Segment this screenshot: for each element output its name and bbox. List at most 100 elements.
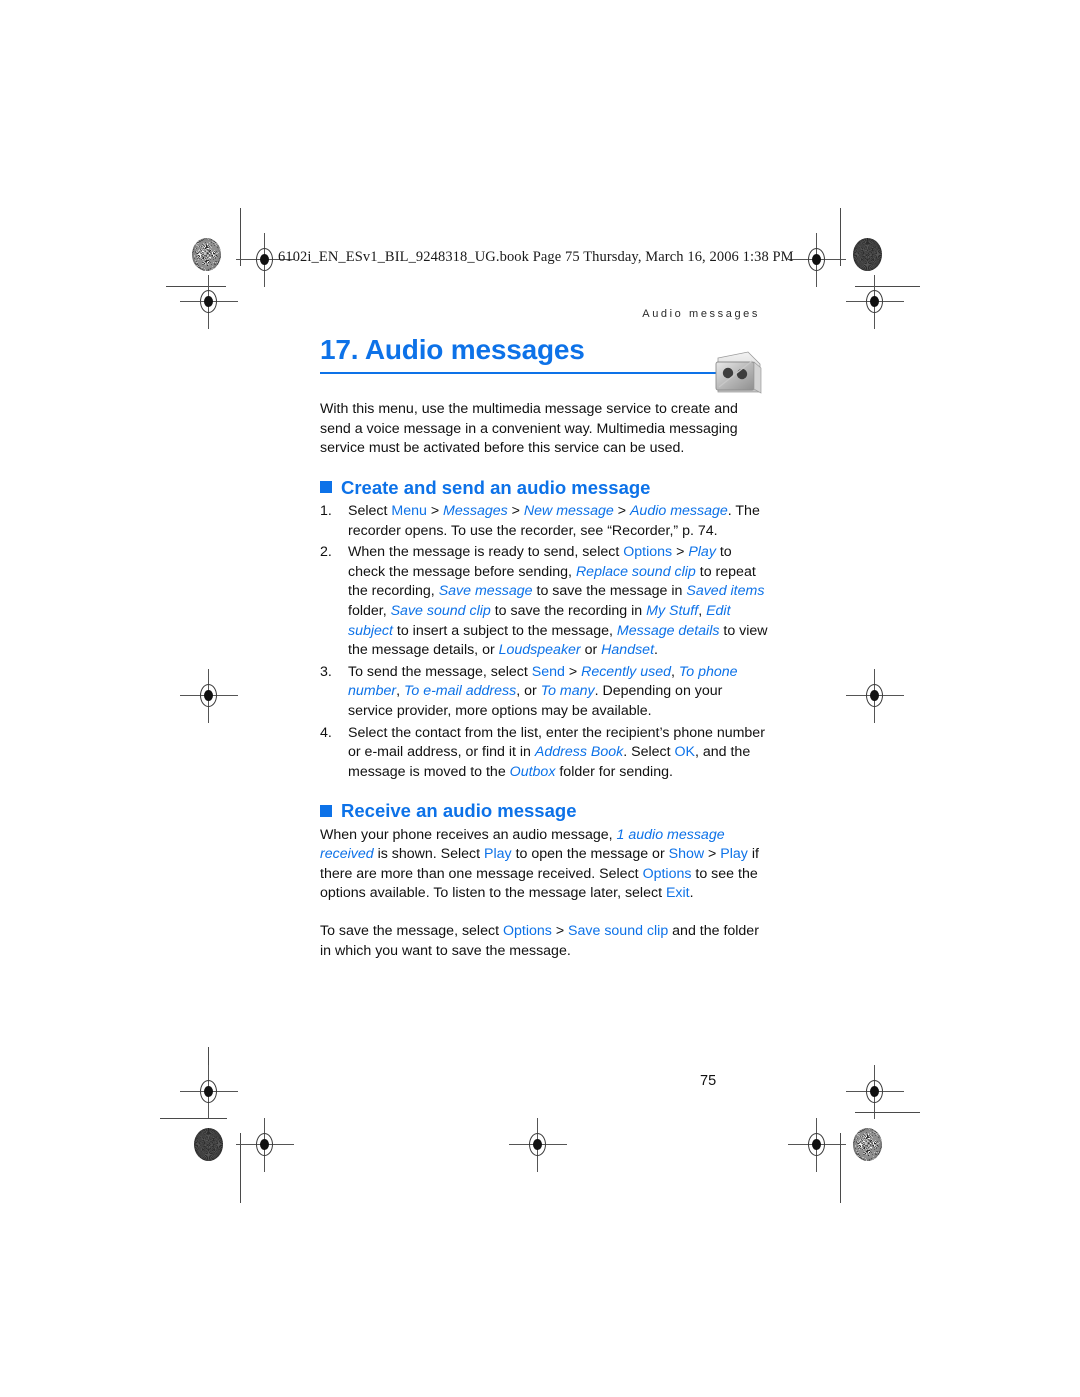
ui-term-italic: Handset <box>601 642 655 659</box>
body-text: Select <box>348 503 392 520</box>
list-item: 1. Select Menu > Messages > New message >… <box>320 502 770 541</box>
body-text: folder, <box>348 603 391 620</box>
trim-rule-horizontal-bottom-left <box>160 1118 227 1120</box>
blue-square-bullet-icon <box>320 804 332 817</box>
body-text: To send the message, select <box>348 663 532 680</box>
section-paragraph: To save the message, select Options > Sa… <box>320 922 770 961</box>
ui-term-italic: Loudspeaker <box>498 642 581 659</box>
body-text: > <box>564 663 582 680</box>
ui-term-italic: To many <box>540 683 595 700</box>
step-number: 3. <box>320 663 332 680</box>
step-text: Select Menu > Messages > New message > A… <box>348 503 760 539</box>
page-title-block: 17. Audio messages <box>320 334 770 374</box>
body-text: To save the message, select <box>320 923 503 939</box>
step-text: When the message is ready to send, selec… <box>348 544 768 658</box>
ui-term-italic: Messages <box>443 503 508 520</box>
step-number: 1. <box>320 503 332 520</box>
ui-term: Play <box>720 846 748 863</box>
body-text: is shown. Select <box>373 846 485 863</box>
trim-rule-horizontal-left <box>166 286 226 288</box>
body-text: . <box>689 885 694 902</box>
registration-target-right-upper <box>846 275 904 329</box>
ui-term-italic: Save message <box>438 583 533 600</box>
trim-rule-vertical-bottom-left-upper <box>208 1047 210 1083</box>
body-text: folder for sending. <box>555 763 673 780</box>
list-item: 4. Select the contact from the list, ente… <box>320 724 770 783</box>
registration-target-bottom-center <box>509 1118 567 1172</box>
step-number: 2. <box>320 544 332 561</box>
ui-term-italic: New message <box>523 503 614 520</box>
trim-rule-horizontal-right <box>855 286 920 288</box>
ui-term-italic: Message details <box>616 622 720 639</box>
ui-term-italic: Save sound clip <box>390 603 491 620</box>
body-text: , <box>670 663 679 680</box>
step-number: 4. <box>320 724 332 741</box>
rosette-mark-bottom-right <box>853 1128 882 1161</box>
ui-term-italic: Address Book <box>534 744 624 761</box>
ui-term: Options <box>642 865 692 882</box>
intro-paragraph: With this menu, use the multimedia messa… <box>320 401 738 457</box>
ui-term-italic: Replace sound clip <box>575 563 696 580</box>
rosette-mark-top-left <box>192 238 221 271</box>
step-text: Select the contact from the list, enter … <box>348 725 765 780</box>
body-text: , or <box>516 683 541 700</box>
ui-term-italic: To e-mail address <box>404 683 517 700</box>
trim-rule-horizontal-bottom-right <box>855 1112 920 1114</box>
trim-rule-vertical-bottom-right <box>840 1133 842 1203</box>
body-text: , <box>698 603 707 620</box>
body-text: > <box>672 544 689 561</box>
registration-target-bottom-left <box>236 1118 294 1172</box>
ui-term: Menu <box>391 503 427 520</box>
trim-rule-vertical-top-left <box>240 208 242 266</box>
audio-message-envelope-icon <box>708 348 766 400</box>
list-item: 2. When the message is ready to send, sel… <box>320 543 770 661</box>
body-text: > <box>426 503 444 520</box>
body-text: to save the recording in <box>490 603 647 620</box>
body-text: . Select <box>623 744 675 761</box>
registration-target-left-middle <box>180 669 238 723</box>
body-text: > <box>507 503 524 520</box>
ui-term: Send <box>531 663 565 680</box>
body-text: to insert a subject to the message, <box>392 622 617 639</box>
section-heading-label: Create and send an audio message <box>341 476 651 498</box>
body-text: . <box>654 642 658 659</box>
ui-term: Show <box>668 846 705 863</box>
body-text: When the message is ready to send, selec… <box>348 544 624 561</box>
body-text: > <box>704 846 721 863</box>
section-paragraph: When your phone receives an audio messag… <box>320 826 770 904</box>
body-text: to open the message or <box>511 846 669 863</box>
registration-target-left-lower <box>180 1065 238 1119</box>
section-heading: Receive an audio message <box>320 800 770 821</box>
step-text: To send the message, select Send > Recen… <box>348 664 738 719</box>
sections-container: Create and send an audio message 1. Select… <box>320 477 770 961</box>
body-text: , <box>396 683 404 700</box>
rosette-mark-bottom-left <box>194 1128 223 1161</box>
registration-target-right-middle <box>846 669 904 723</box>
ui-term-italic: My Stuff <box>646 603 699 620</box>
numbered-step-list: 1. Select Menu > Messages > New message >… <box>320 502 770 782</box>
section-heading: Create and send an audio message <box>320 477 770 498</box>
ui-term: Options <box>623 544 673 561</box>
blue-square-bullet-icon <box>320 481 332 494</box>
running-header: Audio messages <box>642 308 760 320</box>
body-text: or <box>580 642 602 659</box>
ui-term: Exit <box>665 885 690 902</box>
registration-target-top-left <box>236 233 294 287</box>
list-item: 3. To send the message, select Send > Rec… <box>320 663 770 722</box>
ui-term-italic: Saved items <box>686 583 765 600</box>
title-underline-rule <box>320 371 720 374</box>
registration-target-top-right <box>788 233 846 287</box>
body-text: to save the message in <box>532 583 687 600</box>
ui-term: Options <box>502 923 552 939</box>
rosette-mark-top-right <box>853 238 882 271</box>
ui-term-italic: Audio message <box>629 503 728 520</box>
ui-term-italic: Recently used <box>581 663 671 680</box>
ui-term: OK <box>674 744 695 761</box>
body-text: > <box>551 923 569 939</box>
page-title: 17. Audio messages <box>320 334 585 365</box>
body-text: When your phone receives an audio messag… <box>320 826 617 843</box>
book-file-info-line: 6102i_EN_ESv1_BIL_9248318_UG.book Page 7… <box>278 249 794 265</box>
trim-rule-vertical-bottom-left <box>240 1133 242 1203</box>
ui-term: Save sound clip <box>568 923 669 939</box>
registration-target-right-lower <box>846 1065 904 1119</box>
